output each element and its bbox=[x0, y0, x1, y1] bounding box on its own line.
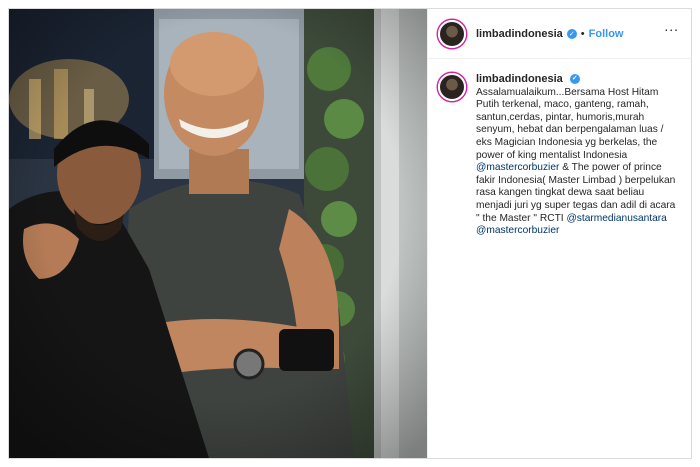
caption-text: limbadindonesia ✓ Assalamualaikum...Bers… bbox=[476, 73, 681, 238]
caption-author-avatar[interactable] bbox=[438, 73, 466, 101]
caption-body-1: Assalamualaikum...Bersama Host Hitam Put… bbox=[476, 86, 664, 161]
author-avatar[interactable] bbox=[438, 19, 466, 48]
follow-button[interactable]: Follow bbox=[589, 28, 624, 40]
caption-verified-badge-icon: ✓ bbox=[569, 74, 580, 85]
more-options-icon[interactable]: ... bbox=[664, 19, 679, 33]
post-photo[interactable] bbox=[9, 9, 427, 458]
caption-row: limbadindonesia ✓ Assalamualaikum...Bers… bbox=[428, 59, 691, 238]
mention-link[interactable]: @starmedianusantara bbox=[566, 213, 666, 224]
instagram-post: limbadindonesia ✓ • Follow ... limbadind… bbox=[8, 8, 692, 459]
mention-link[interactable]: @mastercorbuzier bbox=[476, 162, 559, 173]
photo-illustration bbox=[9, 9, 427, 458]
header-separator: • bbox=[580, 27, 585, 40]
author-username[interactable]: limbadindonesia bbox=[476, 28, 563, 40]
post-header: limbadindonesia ✓ • Follow ... bbox=[428, 9, 691, 59]
caption-username[interactable]: limbadindonesia ✓ bbox=[476, 73, 681, 86]
verified-badge-icon: ✓ bbox=[566, 28, 577, 39]
mention-link[interactable]: @mastercorbuzier bbox=[476, 225, 559, 236]
post-side-panel: limbadindonesia ✓ • Follow ... limbadind… bbox=[427, 9, 691, 458]
